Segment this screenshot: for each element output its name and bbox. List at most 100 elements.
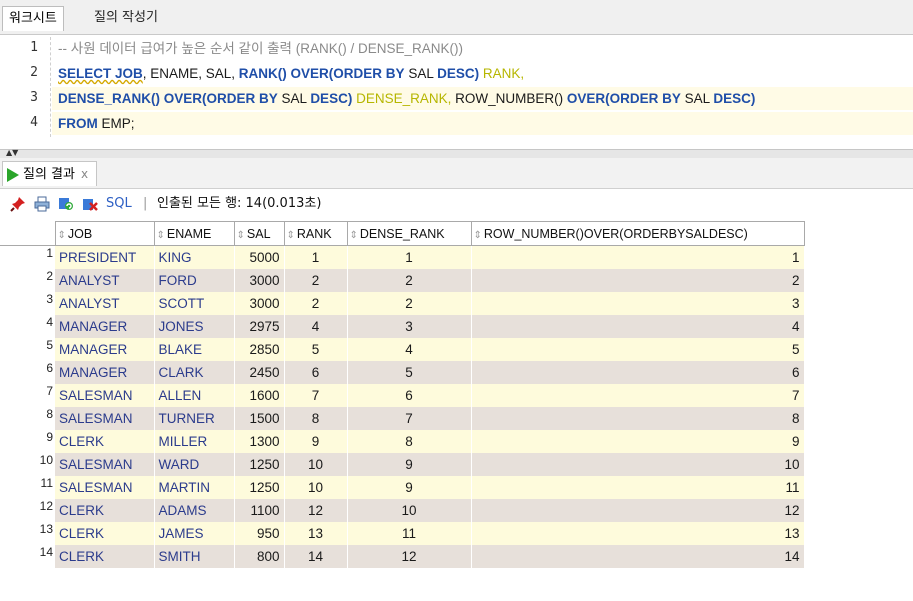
cell-row-number[interactable]: 13 bbox=[471, 522, 805, 545]
cell-rank[interactable]: 9 bbox=[284, 430, 348, 453]
table-row[interactable]: 12 CLERK ADAMS 1100 12 10 12 bbox=[0, 499, 805, 522]
table-row[interactable]: 1 PRESIDENT KING 5000 1 1 1 bbox=[0, 245, 805, 269]
sort-icon[interactable]: ⇕ bbox=[58, 230, 66, 241]
cell-rank[interactable]: 4 bbox=[284, 315, 348, 338]
cell-row-number[interactable]: 9 bbox=[471, 430, 805, 453]
code-line-3[interactable]: DENSE_RANK() OVER(ORDER BY SAL DESC) DEN… bbox=[52, 87, 913, 110]
table-row[interactable]: 13 CLERK JAMES 950 13 11 13 bbox=[0, 522, 805, 545]
splitter-arrows-icon[interactable]: ▲▼ bbox=[6, 149, 18, 157]
cell-job[interactable]: ANALYST bbox=[55, 292, 155, 315]
cell-ename[interactable]: SCOTT bbox=[154, 292, 235, 315]
cell-rank[interactable]: 12 bbox=[284, 499, 348, 522]
cell-dense-rank[interactable]: 4 bbox=[347, 338, 472, 361]
table-row[interactable]: 4 MANAGER JONES 2975 4 3 4 bbox=[0, 315, 805, 338]
cell-dense-rank[interactable]: 2 bbox=[347, 292, 472, 315]
sort-icon[interactable]: ⇕ bbox=[287, 230, 295, 241]
cell-sal[interactable]: 2850 bbox=[234, 338, 285, 361]
table-row[interactable]: 8 SALESMAN TURNER 1500 8 7 8 bbox=[0, 407, 805, 430]
refresh-icon[interactable] bbox=[58, 196, 74, 212]
column-header-row-number[interactable]: ⇕ ROW_NUMBER()OVER(ORDERBYSALDESC) bbox=[470, 221, 805, 246]
sort-icon[interactable]: ⇕ bbox=[350, 230, 358, 241]
cell-job[interactable]: SALESMAN bbox=[55, 476, 155, 499]
table-row[interactable]: 9 CLERK MILLER 1300 9 8 9 bbox=[0, 430, 805, 453]
cell-dense-rank[interactable]: 1 bbox=[347, 245, 472, 269]
column-header-dense-rank[interactable]: ⇕ DENSE_RANK bbox=[346, 221, 472, 246]
cell-job[interactable]: MANAGER bbox=[55, 315, 155, 338]
cell-ename[interactable]: SMITH bbox=[154, 545, 235, 568]
cell-dense-rank[interactable]: 12 bbox=[347, 545, 472, 568]
cell-rank[interactable]: 10 bbox=[284, 476, 348, 499]
cell-sal[interactable]: 2450 bbox=[234, 361, 285, 384]
cell-dense-rank[interactable]: 11 bbox=[347, 522, 472, 545]
cell-sal[interactable]: 950 bbox=[234, 522, 285, 545]
cell-rank[interactable]: 14 bbox=[284, 545, 348, 568]
cell-ename[interactable]: KING bbox=[154, 245, 235, 269]
cell-job[interactable]: CLERK bbox=[55, 522, 155, 545]
table-row[interactable]: 7 SALESMAN ALLEN 1600 7 6 7 bbox=[0, 384, 805, 407]
cell-job[interactable]: ANALYST bbox=[55, 269, 155, 292]
cell-job[interactable]: MANAGER bbox=[55, 338, 155, 361]
cell-ename[interactable]: FORD bbox=[154, 269, 235, 292]
print-icon[interactable] bbox=[34, 196, 50, 212]
cell-rank[interactable]: 5 bbox=[284, 338, 348, 361]
cell-dense-rank[interactable]: 3 bbox=[347, 315, 472, 338]
cell-dense-rank[interactable]: 2 bbox=[347, 269, 472, 292]
cell-job[interactable]: CLERK bbox=[55, 545, 155, 568]
close-tab-icon[interactable]: x bbox=[81, 167, 88, 181]
cell-rank[interactable]: 6 bbox=[284, 361, 348, 384]
cell-job[interactable]: SALESMAN bbox=[55, 407, 155, 430]
cell-row-number[interactable]: 5 bbox=[471, 338, 805, 361]
cell-job[interactable]: SALESMAN bbox=[55, 384, 155, 407]
cell-row-number[interactable]: 14 bbox=[471, 545, 805, 568]
cell-job[interactable]: SALESMAN bbox=[55, 453, 155, 476]
cell-rank[interactable]: 1 bbox=[284, 245, 348, 269]
cell-job[interactable]: CLERK bbox=[55, 499, 155, 522]
sort-icon[interactable]: ⇕ bbox=[237, 230, 245, 241]
cell-row-number[interactable]: 2 bbox=[471, 269, 805, 292]
cell-sal[interactable]: 5000 bbox=[234, 245, 285, 269]
cell-rank[interactable]: 8 bbox=[284, 407, 348, 430]
cell-row-number[interactable]: 7 bbox=[471, 384, 805, 407]
cell-sal[interactable]: 1500 bbox=[234, 407, 285, 430]
pin-icon[interactable] bbox=[10, 196, 26, 212]
cell-rank[interactable]: 2 bbox=[284, 292, 348, 315]
cell-ename[interactable]: JAMES bbox=[154, 522, 235, 545]
cell-sal[interactable]: 1600 bbox=[234, 384, 285, 407]
cell-ename[interactable]: JONES bbox=[154, 315, 235, 338]
tab-query-builder[interactable]: 질의 작성기 bbox=[88, 6, 164, 30]
cell-sal[interactable]: 3000 bbox=[234, 269, 285, 292]
cell-ename[interactable]: ALLEN bbox=[154, 384, 235, 407]
cell-sal[interactable]: 1250 bbox=[234, 476, 285, 499]
cell-job[interactable]: CLERK bbox=[55, 430, 155, 453]
cell-rank[interactable]: 7 bbox=[284, 384, 348, 407]
cell-job[interactable]: PRESIDENT bbox=[55, 245, 155, 269]
cell-sal[interactable]: 1100 bbox=[234, 499, 285, 522]
cell-row-number[interactable]: 6 bbox=[471, 361, 805, 384]
cell-dense-rank[interactable]: 9 bbox=[347, 476, 472, 499]
table-row[interactable]: 3 ANALYST SCOTT 3000 2 2 3 bbox=[0, 292, 805, 315]
cell-sal[interactable]: 3000 bbox=[234, 292, 285, 315]
table-row[interactable]: 10 SALESMAN WARD 1250 10 9 10 bbox=[0, 453, 805, 476]
cell-row-number[interactable]: 1 bbox=[471, 245, 805, 269]
cell-ename[interactable]: BLAKE bbox=[154, 338, 235, 361]
cell-ename[interactable]: WARD bbox=[154, 453, 235, 476]
code-line-4[interactable]: FROM EMP; bbox=[52, 112, 913, 135]
sort-icon[interactable]: ⇕ bbox=[474, 230, 482, 241]
cell-ename[interactable]: TURNER bbox=[154, 407, 235, 430]
cell-row-number[interactable]: 8 bbox=[471, 407, 805, 430]
table-row[interactable]: 5 MANAGER BLAKE 2850 5 4 5 bbox=[0, 338, 805, 361]
table-row[interactable]: 6 MANAGER CLARK 2450 6 5 6 bbox=[0, 361, 805, 384]
export-icon[interactable] bbox=[82, 196, 98, 212]
column-header-rank[interactable]: ⇕ RANK bbox=[283, 221, 348, 246]
tab-query-result[interactable]: 질의 결과 x bbox=[2, 161, 98, 186]
cell-dense-rank[interactable]: 8 bbox=[347, 430, 472, 453]
tab-worksheet[interactable]: 워크시트 bbox=[2, 6, 64, 31]
cell-row-number[interactable]: 11 bbox=[471, 476, 805, 499]
cell-rank[interactable]: 10 bbox=[284, 453, 348, 476]
cell-ename[interactable]: MILLER bbox=[154, 430, 235, 453]
cell-row-number[interactable]: 12 bbox=[471, 499, 805, 522]
code-line-2[interactable]: SELECT JOB, ENAME, SAL, RANK() OVER(ORDE… bbox=[58, 62, 524, 85]
cell-rank[interactable]: 13 bbox=[284, 522, 348, 545]
table-row[interactable]: 14 CLERK SMITH 800 14 12 14 bbox=[0, 545, 805, 568]
sql-link[interactable]: SQL bbox=[106, 196, 132, 212]
